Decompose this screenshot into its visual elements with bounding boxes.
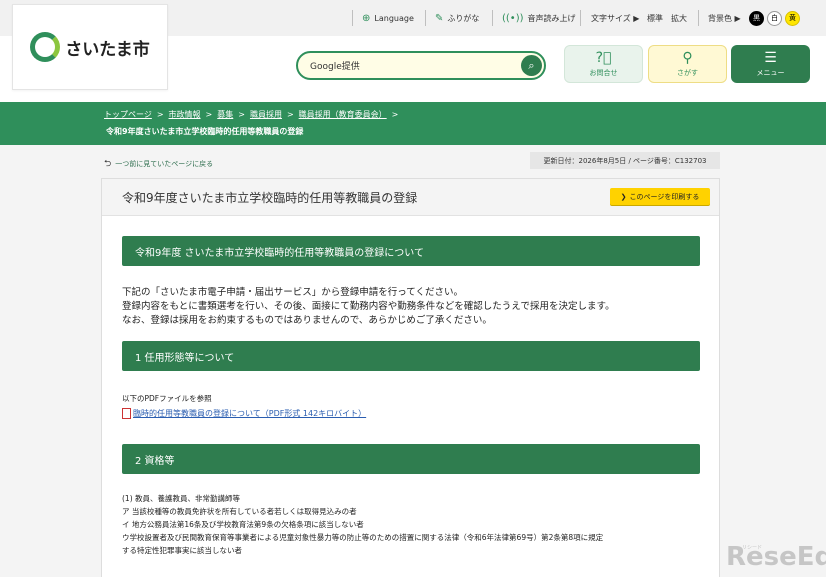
language-label: Language <box>374 13 414 23</box>
language-button[interactable]: ⊕ Language <box>362 0 414 36</box>
section-heading-qualifications: 2 資格等 <box>122 444 700 474</box>
furigana-label: ふりがな <box>447 13 480 23</box>
logo-text: さいたま市 <box>65 39 150 60</box>
breadcrumb-boshu[interactable]: 募集 <box>217 110 233 119</box>
menu-label: メニュー <box>756 69 785 77</box>
bg-white-button[interactable]: 白 <box>767 10 782 26</box>
section-heading-overview: 令和9年度 さいたま市立学校臨時的任用等教職員の登録について <box>122 236 700 266</box>
divider <box>492 10 493 26</box>
breadcrumb-saiyo[interactable]: 職員採用 <box>250 110 282 119</box>
back-link[interactable]: ⮌ 一つ前に見ていたページに戻る <box>104 156 213 172</box>
divider <box>698 10 699 26</box>
page-meta: 更新日付：2026年8月5日 / ページ番号：C132703 <box>530 152 720 169</box>
furigana-button[interactable]: ✎ ふりがな <box>435 0 479 36</box>
title-bar: 令和9年度さいたま市立学校臨時的任用等教職員の登録 ❯ このページを印刷する <box>102 179 719 216</box>
city-emblem-icon <box>30 32 61 62</box>
read-aloud-button[interactable]: ((•)) 音声読み上げ <box>502 0 576 36</box>
list-item: (1) 教員、養護教員、非常勤講師等 <box>122 494 241 503</box>
back-arrow-icon: ⮌ <box>104 159 112 169</box>
print-button[interactable]: ❯ このページを印刷する <box>610 188 710 205</box>
breadcrumb-shisei[interactable]: 市政情報 <box>169 110 201 119</box>
font-large-button[interactable]: 拡大 <box>671 0 687 36</box>
search-input[interactable]: Google提供 <box>310 59 360 72</box>
list-item: イ 地方公務員法第16条及び学校教育法第9条の欠格条項に該当しない者 <box>122 520 364 529</box>
section-heading-employment: 1 任用形態等について <box>122 341 700 371</box>
divider <box>580 10 581 26</box>
menu-button[interactable]: ☰ メニュー <box>731 45 810 83</box>
list-item: ウ学校設置者及び民間教育保育等事業者による児童対象性暴力等の防止等のための措置に… <box>122 533 604 542</box>
pdf-note: 以下のPDFファイルを参照 <box>122 394 212 403</box>
globe-icon: ⊕ <box>362 12 371 24</box>
magnifier-icon: ⚲ <box>682 50 693 66</box>
hamburger-icon: ☰ <box>764 50 777 66</box>
breadcrumb-current: 令和9年度さいたま市立学校臨時的任用等教職員の登録 <box>106 127 304 136</box>
read-aloud-label: 音声読み上げ <box>527 13 576 23</box>
site-logo[interactable]: さいたま市 <box>12 4 168 90</box>
question-icon: ?⃝ <box>595 50 612 66</box>
breadcrumb-kyoiku[interactable]: 職員採用（教育委員会） <box>299 110 387 119</box>
contact-label: お問合せ <box>589 69 618 77</box>
divider <box>352 10 353 26</box>
list-item: する特定性犯罪事実に該当しない者 <box>122 546 242 555</box>
intro-line: 下記の「さいたま市電子申請・届出サービス」から登録申請を行ってください。 <box>122 287 463 298</box>
bg-yellow-button[interactable]: 黄 <box>785 10 800 26</box>
pdf-link-label: 臨時的任用等教職員の登録について（PDF形式 142キロバイト） <box>133 409 367 418</box>
breadcrumb-bar: トップページ > 市政情報 > 募集 > 職員採用 > 職員採用（教育委員会） > 令和9年度さい… <box>0 102 826 145</box>
page-title: 令和9年度さいたま市立学校臨時的任用等教職員の登録 <box>122 191 418 205</box>
watermark-sub: リシード <box>742 545 763 551</box>
back-link-label: 一つ前に見ていたページに戻る <box>115 160 214 168</box>
pencil-icon: ✎ <box>435 12 444 24</box>
qualification-list: (1) 教員、養護教員、非常勤講師等 ア 当該校種等の教員免許状を所有している者… <box>122 492 603 557</box>
list-item: ア 当該校種等の教員免許状を所有している者若しくは取得見込みの者 <box>122 507 357 516</box>
watermark-text: ReseEd <box>726 542 826 572</box>
find-button[interactable]: ⚲ さがす <box>648 45 727 83</box>
font-standard-button[interactable]: 標準 <box>647 0 663 36</box>
breadcrumb: トップページ > 市政情報 > 募集 > 職員採用 > 職員採用（教育委員会） > 令和9年度さい… <box>104 110 399 136</box>
chevron-right-icon: ❯ <box>620 192 627 201</box>
bg-color-options: 黒 白 黄 <box>746 0 800 36</box>
pdf-icon <box>122 408 131 419</box>
speaker-icon: ((•)) <box>502 12 524 24</box>
bg-color-label: 背景色 ▶ <box>708 13 741 23</box>
watermark-logo: リシード ReseEd <box>726 542 826 576</box>
font-size-label: 文字サイズ ▶ <box>591 13 640 23</box>
pdf-link[interactable]: 臨時的任用等教職員の登録について（PDF形式 142キロバイト） <box>122 408 366 419</box>
search-box[interactable]: Google提供 ⌕ <box>296 51 546 80</box>
intro-line: なお、登録は採用をお約束するものではありませんので、あらかじめご了承ください。 <box>122 315 492 326</box>
search-icon: ⌕ <box>528 58 535 72</box>
bg-black-button[interactable]: 黒 <box>749 10 764 26</box>
main-content: 令和9年度さいたま市立学校臨時的任用等教職員の登録 ❯ このページを印刷する 令… <box>101 178 720 577</box>
intro-line: 登録内容をもとに書類選考を行い、その後、面接にて勤務内容や勤務条件などを確認した… <box>122 301 615 312</box>
find-label: さがす <box>677 69 698 77</box>
contact-button[interactable]: ?⃝ お問合せ <box>564 45 643 83</box>
divider <box>425 10 426 26</box>
intro-text: 下記の「さいたま市電子申請・届出サービス」から登録申請を行ってください。 登録内… <box>122 286 615 328</box>
search-button[interactable]: ⌕ <box>521 55 542 76</box>
print-label: このページを印刷する <box>629 192 700 201</box>
breadcrumb-top[interactable]: トップページ <box>104 110 152 119</box>
